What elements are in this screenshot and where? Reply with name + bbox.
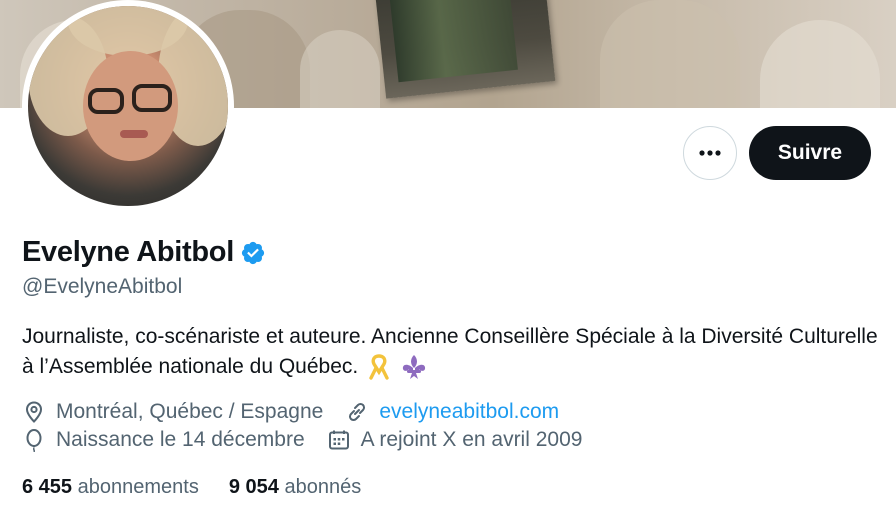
followers-label: abonnés [284, 476, 362, 498]
location-text: Montréal, Québec / Espagne [56, 400, 324, 423]
banner-book-image [374, 0, 556, 99]
profile-name: Evelyne Abitbol [22, 236, 234, 268]
more-horizontal-icon [699, 150, 721, 156]
location-item: Montréal, Québec / Espagne [22, 400, 323, 424]
profile-handle: @EvelyneAbitbol [22, 275, 183, 298]
joined-text: A rejoint X en avril 2009 [360, 428, 583, 451]
link-icon [349, 402, 366, 422]
balloon-icon [26, 429, 42, 452]
joined-item: A rejoint X en avril 2009 [327, 428, 583, 452]
profile-name-row: Evelyne Abitbol [22, 236, 266, 269]
yellow-ribbon-icon [369, 354, 389, 381]
fleur-de-lis-icon [402, 355, 426, 380]
website-link[interactable]: evelyneabitbol.com [379, 400, 559, 424]
profile-avatar[interactable] [22, 0, 234, 212]
website-item[interactable]: evelyneabitbol.com [345, 400, 559, 424]
follow-button[interactable]: Suivre [749, 126, 871, 180]
following-label: abonnements [77, 476, 199, 498]
followers-count: 9 054 [228, 476, 279, 498]
bio-text: Journaliste, co-scénariste et auteure. A… [22, 325, 878, 378]
profile-meta-row-1: Montréal, Québec / Espagne evelyneabitbo… [22, 400, 581, 424]
followers-stat[interactable]: 9 054 abonnés [229, 476, 361, 499]
profile-stats: 6 455 abonnements 9 054 abonnés [22, 476, 391, 499]
following-stat[interactable]: 6 455 abonnements [22, 476, 199, 499]
following-count: 6 455 [22, 476, 73, 498]
more-options-button[interactable] [683, 126, 737, 180]
birthday-item: Naissance le 14 décembre [22, 428, 305, 452]
verified-badge-icon[interactable] [240, 240, 266, 266]
location-pin-icon [25, 401, 43, 423]
profile-meta-row-2: Naissance le 14 décembre A rejoint X en … [22, 428, 604, 452]
calendar-icon [328, 430, 349, 450]
birthday-text: Naissance le 14 décembre [56, 428, 305, 451]
profile-bio: Journaliste, co-scénariste et auteure. A… [22, 322, 882, 382]
